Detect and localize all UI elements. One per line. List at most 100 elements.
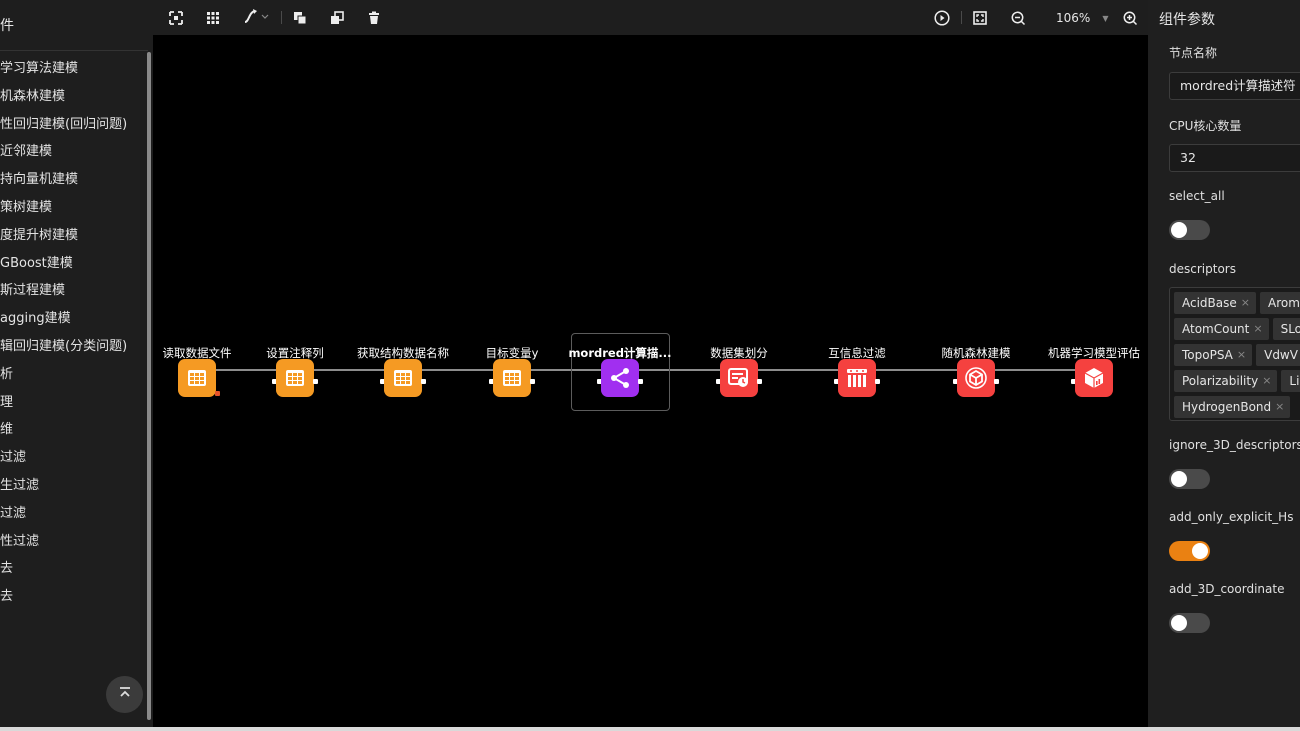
descriptor-tag[interactable]: SLo bbox=[1272, 318, 1300, 340]
component-item[interactable]: 性过滤 bbox=[0, 528, 146, 556]
component-item[interactable]: 析 bbox=[0, 361, 146, 389]
close-icon[interactable]: × bbox=[1275, 396, 1284, 418]
component-item[interactable]: 近邻建模 bbox=[0, 138, 146, 166]
component-item[interactable]: 过滤 bbox=[0, 500, 146, 528]
component-item[interactable]: 策树建模 bbox=[0, 194, 146, 222]
toggle-knob bbox=[1171, 615, 1187, 631]
toggle-knob bbox=[1171, 471, 1187, 487]
fullscreen-icon[interactable] bbox=[970, 8, 990, 28]
descriptors-multiselect[interactable]: AcidBase× Aroma AtomCount× SLo TopoPSA× … bbox=[1169, 287, 1300, 421]
component-item[interactable]: 度提升树建模 bbox=[0, 222, 146, 250]
descriptor-tag[interactable]: Polarizability × bbox=[1174, 370, 1278, 392]
add-3d-coordinate-toggle[interactable] bbox=[1169, 613, 1210, 633]
table-grid-icon bbox=[493, 359, 531, 397]
window-bottom-edge bbox=[0, 727, 1300, 731]
node-get-structure-name[interactable]: 获取结构数据名称 bbox=[353, 345, 453, 407]
zoom-out-icon[interactable] bbox=[1008, 8, 1028, 28]
run-play-icon[interactable] bbox=[932, 8, 952, 28]
component-item[interactable]: 生过滤 bbox=[0, 472, 146, 500]
output-port[interactable] bbox=[421, 379, 426, 384]
node-target-variable[interactable]: 目标变量y bbox=[462, 345, 562, 407]
copy-icon[interactable] bbox=[290, 8, 310, 28]
node-dataset-split[interactable]: 数据集划分 bbox=[689, 345, 789, 407]
descriptor-tag-label: AcidBase bbox=[1182, 296, 1237, 310]
workflow-canvas[interactable]: 读取数据文件 设置注释列 获取结构数据名称 目标变量y mordred计算描..… bbox=[153, 35, 1148, 731]
cpu-cores-input[interactable]: 32 bbox=[1169, 144, 1300, 172]
node-mordred-descriptors[interactable]: mordred计算描... bbox=[568, 345, 672, 407]
zoom-in-icon[interactable] bbox=[1120, 8, 1140, 28]
toolbar-divider bbox=[961, 11, 962, 24]
add-3d-coordinate-label: add_3D_coordinate bbox=[1169, 582, 1285, 596]
edge-style-dropdown[interactable] bbox=[241, 8, 271, 28]
add-explicit-hs-toggle[interactable] bbox=[1169, 541, 1210, 561]
descriptor-tag[interactable]: VdwV bbox=[1256, 344, 1300, 366]
descriptor-tag[interactable]: HydrogenBond × bbox=[1174, 396, 1291, 418]
toolbar-divider bbox=[281, 11, 282, 24]
node-set-annotation-column[interactable]: 设置注释列 bbox=[245, 345, 345, 407]
descriptor-tag-label: AtomCount bbox=[1182, 322, 1250, 336]
component-item[interactable]: 性回归建模(回归问题) bbox=[0, 111, 146, 139]
output-port[interactable] bbox=[530, 379, 535, 384]
descriptor-tag[interactable]: Aroma bbox=[1260, 292, 1300, 314]
chevron-down-icon: ▼ bbox=[1102, 13, 1109, 23]
sidebar-title: 件 bbox=[0, 18, 14, 34]
output-port[interactable] bbox=[875, 379, 880, 384]
close-icon[interactable]: × bbox=[1241, 292, 1250, 314]
node-mutual-info-filter[interactable]: 互信息过滤 bbox=[807, 345, 907, 407]
component-item[interactable]: 理 bbox=[0, 389, 146, 417]
descriptor-tag-label: HydrogenBond bbox=[1182, 400, 1272, 414]
curved-edge-icon bbox=[243, 9, 269, 27]
zoom-level-select[interactable]: 106% ▼ bbox=[1047, 8, 1131, 28]
node-model-evaluation[interactable]: 机器学习模型评估 bbox=[1044, 345, 1144, 407]
component-item[interactable]: agging建模 bbox=[0, 305, 146, 333]
component-item[interactable]: 去 bbox=[0, 583, 146, 611]
table-grid-icon bbox=[384, 359, 422, 397]
node-name-input[interactable]: mordred计算描述符 bbox=[1169, 72, 1300, 100]
component-item[interactable]: GBoost建模 bbox=[0, 250, 146, 278]
component-item[interactable]: 斯过程建模 bbox=[0, 277, 146, 305]
filter-columns-icon bbox=[838, 359, 876, 397]
scroll-to-top-button[interactable] bbox=[106, 676, 143, 713]
descriptor-tag[interactable]: AcidBase × bbox=[1174, 292, 1256, 314]
ignore-3d-toggle[interactable] bbox=[1169, 469, 1210, 489]
node-status-dot bbox=[215, 391, 220, 396]
select-all-toggle[interactable] bbox=[1169, 220, 1210, 240]
component-item[interactable]: 维 bbox=[0, 416, 146, 444]
component-item[interactable]: 学习算法建模 bbox=[0, 55, 146, 83]
table-grid-icon bbox=[276, 359, 314, 397]
descriptors-label: descriptors bbox=[1169, 262, 1236, 276]
descriptor-tag-label: SLo bbox=[1280, 322, 1300, 336]
close-icon[interactable]: × bbox=[1253, 318, 1262, 340]
node-read-data-file[interactable]: 读取数据文件 bbox=[147, 345, 247, 407]
toggle-knob bbox=[1171, 222, 1187, 238]
component-sidebar: 件 学习算法建模 机森林建模 性回归建模(回归问题) 近邻建模 持向量机建模 策… bbox=[0, 0, 153, 731]
output-port[interactable] bbox=[638, 379, 643, 384]
paste-icon[interactable] bbox=[327, 8, 347, 28]
descriptor-tag[interactable]: AtomCount × bbox=[1174, 318, 1269, 340]
component-item[interactable]: 辑回归建模(分类问题) bbox=[0, 333, 146, 361]
dataset-split-icon bbox=[720, 359, 758, 397]
output-port[interactable] bbox=[757, 379, 762, 384]
component-item[interactable]: 过滤 bbox=[0, 444, 146, 472]
descriptor-tag[interactable]: Lip bbox=[1281, 370, 1300, 392]
panel-title: 组件参数 bbox=[1159, 12, 1215, 28]
descriptor-tag[interactable]: TopoPSA × bbox=[1174, 344, 1253, 366]
descriptor-tag-label: VdwV bbox=[1264, 348, 1298, 362]
component-item[interactable]: 持向量机建模 bbox=[0, 166, 146, 194]
chevron-up-bar-icon bbox=[118, 686, 132, 704]
grid-dots-icon[interactable] bbox=[203, 8, 223, 28]
close-icon[interactable]: × bbox=[1237, 344, 1246, 366]
delete-icon[interactable] bbox=[364, 8, 384, 28]
descriptor-tag-label: Lip bbox=[1289, 374, 1300, 388]
node-random-forest[interactable]: 随机森林建模 bbox=[926, 345, 1026, 407]
cube-chart-icon bbox=[1075, 359, 1113, 397]
close-icon[interactable]: × bbox=[1262, 370, 1271, 392]
descriptor-tag-label: Aroma bbox=[1268, 296, 1300, 310]
output-port[interactable] bbox=[313, 379, 318, 384]
component-item[interactable]: 机森林建模 bbox=[0, 83, 146, 111]
component-item[interactable]: 去 bbox=[0, 555, 146, 583]
output-port[interactable] bbox=[994, 379, 999, 384]
fit-view-icon[interactable] bbox=[166, 8, 186, 28]
component-list: 学习算法建模 机森林建模 性回归建模(回归问题) 近邻建模 持向量机建模 策树建… bbox=[0, 55, 146, 611]
canvas-toolbar: 106% ▼ bbox=[153, 0, 1148, 35]
